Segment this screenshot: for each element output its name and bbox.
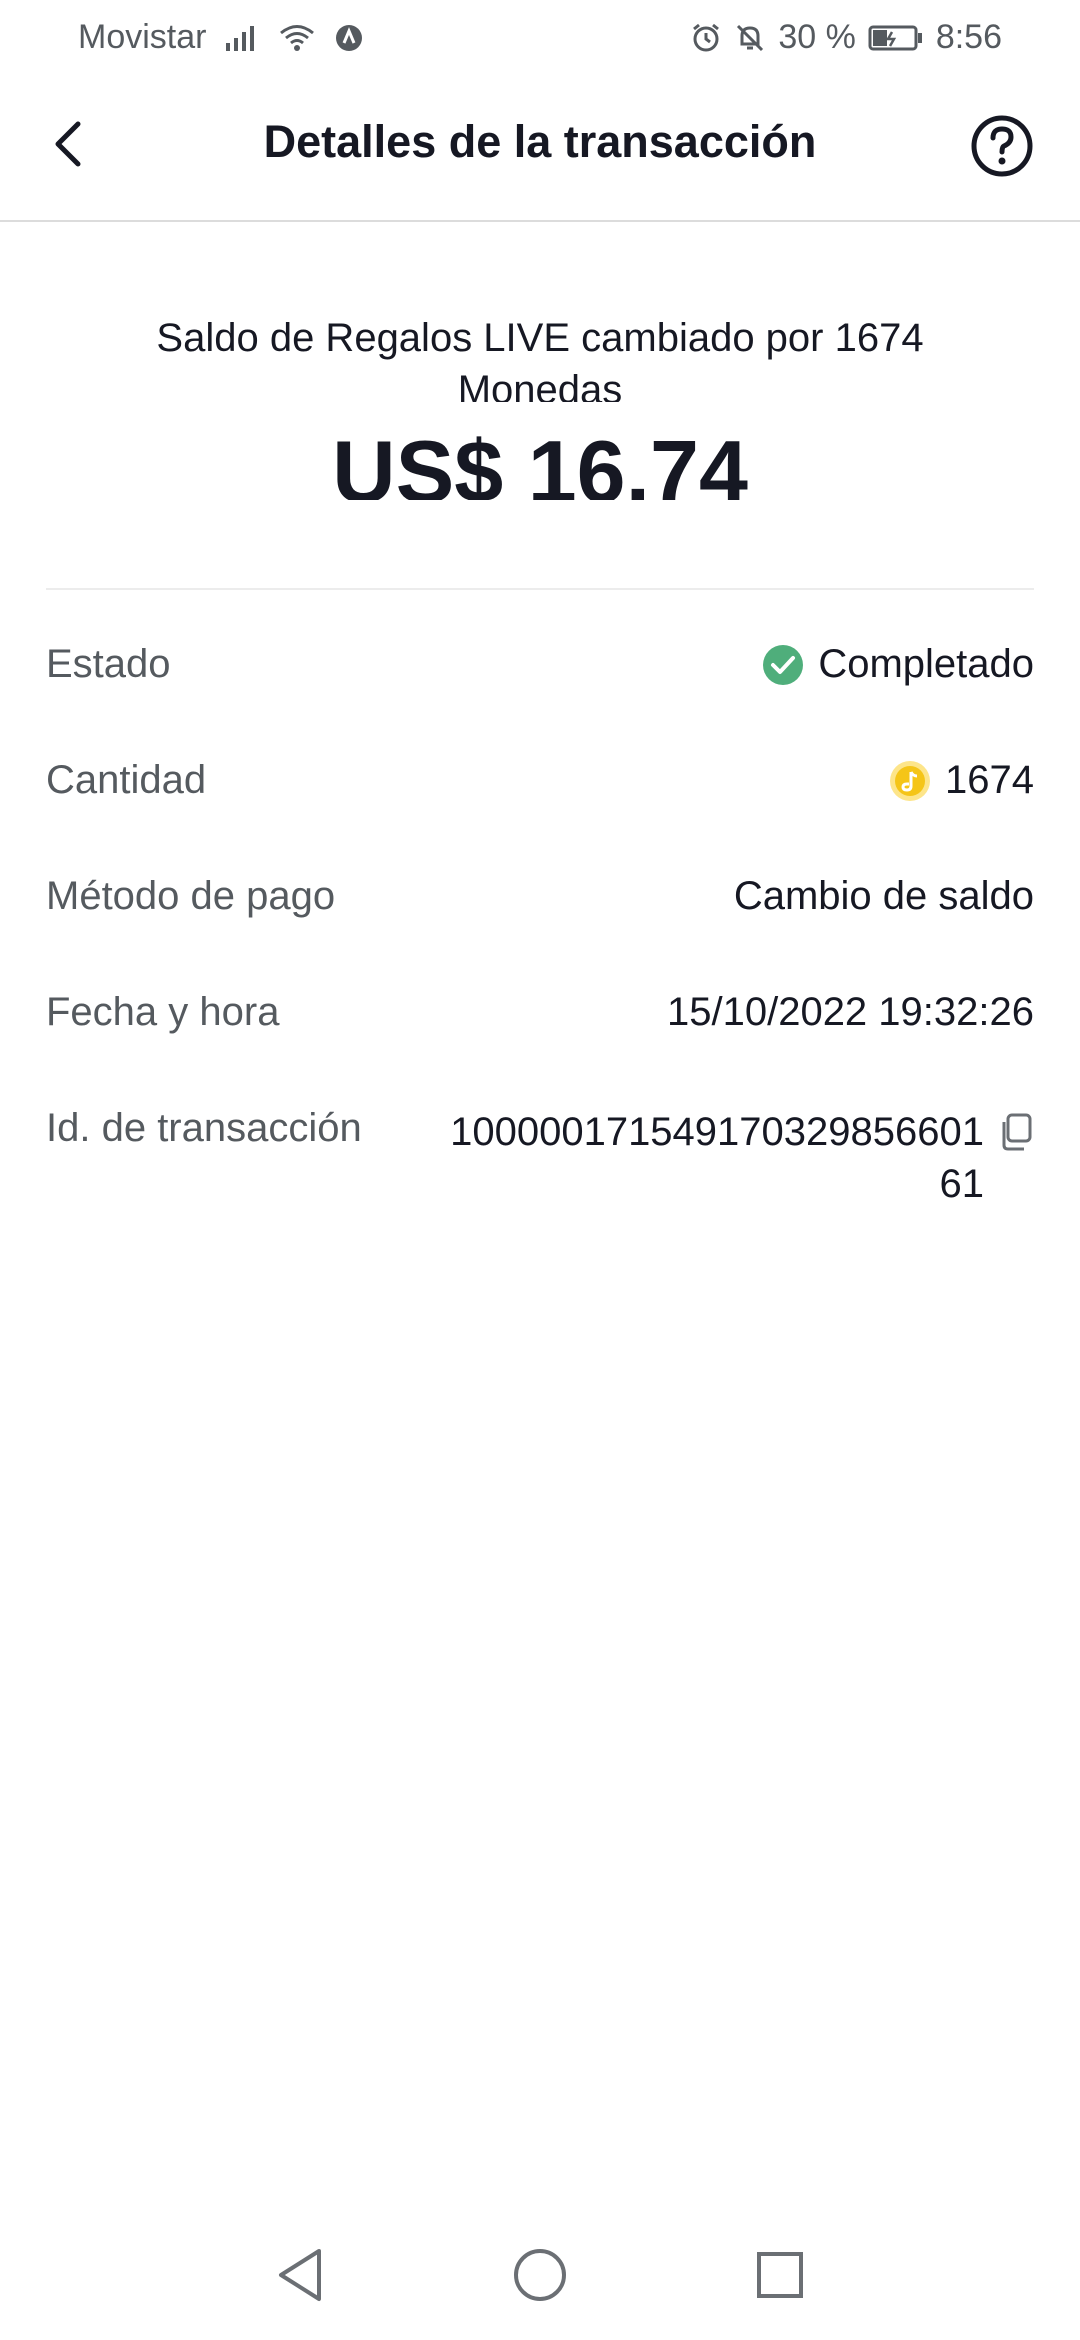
mute-icon (734, 22, 766, 54)
copy-icon[interactable] (998, 1112, 1034, 1152)
back-triangle-icon (279, 2249, 321, 2301)
home-circle-icon (514, 2249, 566, 2301)
system-nav-bar (0, 2210, 1080, 2340)
status-label: Estado (46, 642, 171, 686)
check-circle-icon (763, 644, 804, 685)
status-value: Completado (818, 642, 1034, 686)
nav-home-button[interactable] (510, 2245, 570, 2305)
detail-row-quantity: Cantidad 1674 (46, 736, 1034, 852)
help-button[interactable] (970, 114, 1034, 178)
transaction-details: Estado Completado Cantidad 1674 Método d… (46, 620, 1034, 1206)
detail-row-status: Estado Completado (46, 620, 1034, 736)
payment-method-value: Cambio de saldo (733, 874, 1034, 918)
transaction-id-value-wrap: 100000171549170329856601 61 (424, 1084, 1034, 1210)
transaction-id-label: Id. de transacción (46, 1106, 362, 1150)
nav-back-button[interactable] (270, 2245, 330, 2305)
header: Detalles de la transacción (0, 72, 1080, 222)
quantity-label: Cantidad (46, 758, 207, 802)
alarm-icon (690, 22, 722, 54)
status-bar: Movistar 30 % 8:56 (0, 0, 1080, 72)
carrier-name: Movistar (78, 18, 207, 56)
divider (46, 588, 1034, 590)
detail-row-payment-method: Método de pago Cambio de saldo (46, 852, 1034, 968)
summary-amount: US$ 16.74 (332, 422, 748, 500)
nav-recents-button[interactable] (750, 2245, 810, 2305)
quantity-value: 1674 (945, 758, 1034, 802)
battery-icon (868, 24, 924, 52)
transaction-id-value: 100000171549170329856601 61 (450, 1110, 984, 1206)
detail-row-transaction-id: Id. de transacción 100000171549170329856… (46, 1084, 1034, 1206)
clock-time: 8:56 (935, 18, 1002, 56)
wifi-icon (278, 23, 316, 53)
recents-square-icon (757, 2252, 803, 2298)
datetime-value: 15/10/2022 19:32:26 (666, 990, 1034, 1034)
status-right: 30 % 8:56 (690, 18, 1002, 57)
status-left: Movistar (78, 18, 364, 57)
status-value-wrap: Completado (762, 620, 1034, 687)
page-title: Detalles de la transacción (263, 116, 817, 167)
battery-percent: 30 % (778, 18, 856, 56)
quantity-value-wrap: 1674 (889, 736, 1034, 803)
question-circle-icon (971, 115, 1033, 177)
data-saver-icon (334, 23, 364, 53)
summary-subtitle: Saldo de Regalos LIVE cambiado por 1674 … (156, 316, 924, 402)
signal-icon (224, 23, 260, 53)
datetime-label: Fecha y hora (46, 990, 280, 1034)
coin-icon (890, 760, 931, 801)
payment-method-label: Método de pago (46, 874, 336, 918)
detail-row-datetime: Fecha y hora 15/10/2022 19:32:26 (46, 968, 1034, 1084)
